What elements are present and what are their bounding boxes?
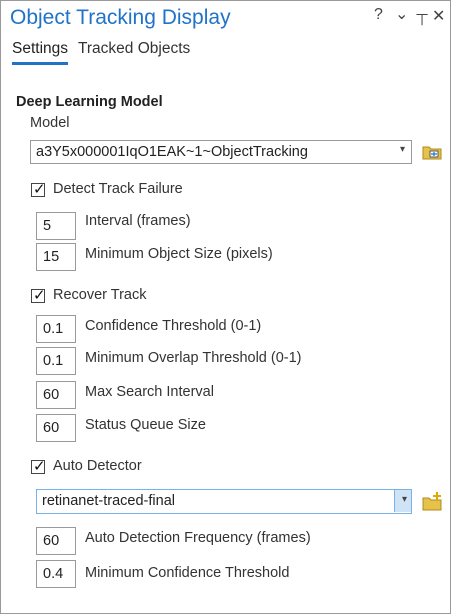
recover-track-checkbox[interactable]: ✓ bbox=[31, 287, 46, 304]
auto-detector-dropdown[interactable]: retinanet-traced-final ▾ bbox=[36, 489, 412, 514]
interval-label: Interval (frames) bbox=[85, 213, 191, 229]
pane-frame bbox=[0, 0, 451, 614]
tab-tracked-objects[interactable]: Tracked Objects bbox=[78, 40, 190, 58]
min-overlap-threshold-label: Minimum Overlap Threshold (0-1) bbox=[85, 350, 302, 366]
model-label: Model bbox=[30, 115, 70, 131]
interval-input[interactable]: 5 bbox=[36, 212, 76, 240]
help-button[interactable]: ? bbox=[374, 6, 383, 24]
min-object-size-label: Minimum Object Size (pixels) bbox=[85, 246, 273, 262]
auto-detection-frequency-label: Auto Detection Frequency (frames) bbox=[85, 530, 311, 546]
folder-browse-icon[interactable] bbox=[421, 140, 443, 162]
folder-add-icon[interactable] bbox=[421, 490, 443, 512]
max-search-interval-label: Max Search Interval bbox=[85, 384, 214, 400]
auto-detection-frequency-input[interactable]: 60 bbox=[36, 527, 76, 555]
auto-detector-checkbox[interactable]: ✓ bbox=[31, 458, 46, 475]
confidence-threshold-label: Confidence Threshold (0-1) bbox=[85, 318, 262, 334]
min-confidence-label: Minimum Confidence Threshold bbox=[85, 565, 290, 581]
tab-settings[interactable]: Settings bbox=[12, 40, 68, 58]
min-object-size-input[interactable]: 15 bbox=[36, 243, 76, 271]
model-value: a3Y5x000001IqO1EAK~1~ObjectTracking bbox=[36, 144, 308, 160]
active-tab-indicator bbox=[12, 62, 68, 65]
pin-icon[interactable]: ⊥ bbox=[415, 9, 429, 29]
status-queue-size-input[interactable]: 60 bbox=[36, 414, 76, 442]
max-search-interval-input[interactable]: 60 bbox=[36, 381, 76, 409]
min-overlap-threshold-input[interactable]: 0.1 bbox=[36, 347, 76, 375]
detect-track-failure-label: Detect Track Failure bbox=[53, 181, 183, 197]
close-icon[interactable]: ✕ bbox=[432, 6, 445, 26]
auto-detector-value: retinanet-traced-final bbox=[42, 493, 175, 509]
min-confidence-input[interactable]: 0.4 bbox=[36, 560, 76, 588]
detect-track-failure-checkbox[interactable]: ✓ bbox=[31, 181, 46, 198]
status-queue-size-label: Status Queue Size bbox=[85, 417, 206, 433]
auto-detector-label: Auto Detector bbox=[53, 458, 142, 474]
dropdown-arrow-icon[interactable]: ▾ bbox=[402, 494, 407, 505]
chevron-down-icon[interactable]: ⌄ bbox=[395, 4, 408, 24]
section-title-deep-learning-model: Deep Learning Model bbox=[16, 94, 163, 110]
dropdown-arrow-icon[interactable]: ▾ bbox=[400, 144, 405, 155]
model-dropdown[interactable]: a3Y5x000001IqO1EAK~1~ObjectTracking ▾ bbox=[30, 140, 412, 164]
confidence-threshold-input[interactable]: 0.1 bbox=[36, 315, 76, 343]
pane-title: Object Tracking Display bbox=[10, 6, 231, 29]
recover-track-label: Recover Track bbox=[53, 287, 147, 303]
